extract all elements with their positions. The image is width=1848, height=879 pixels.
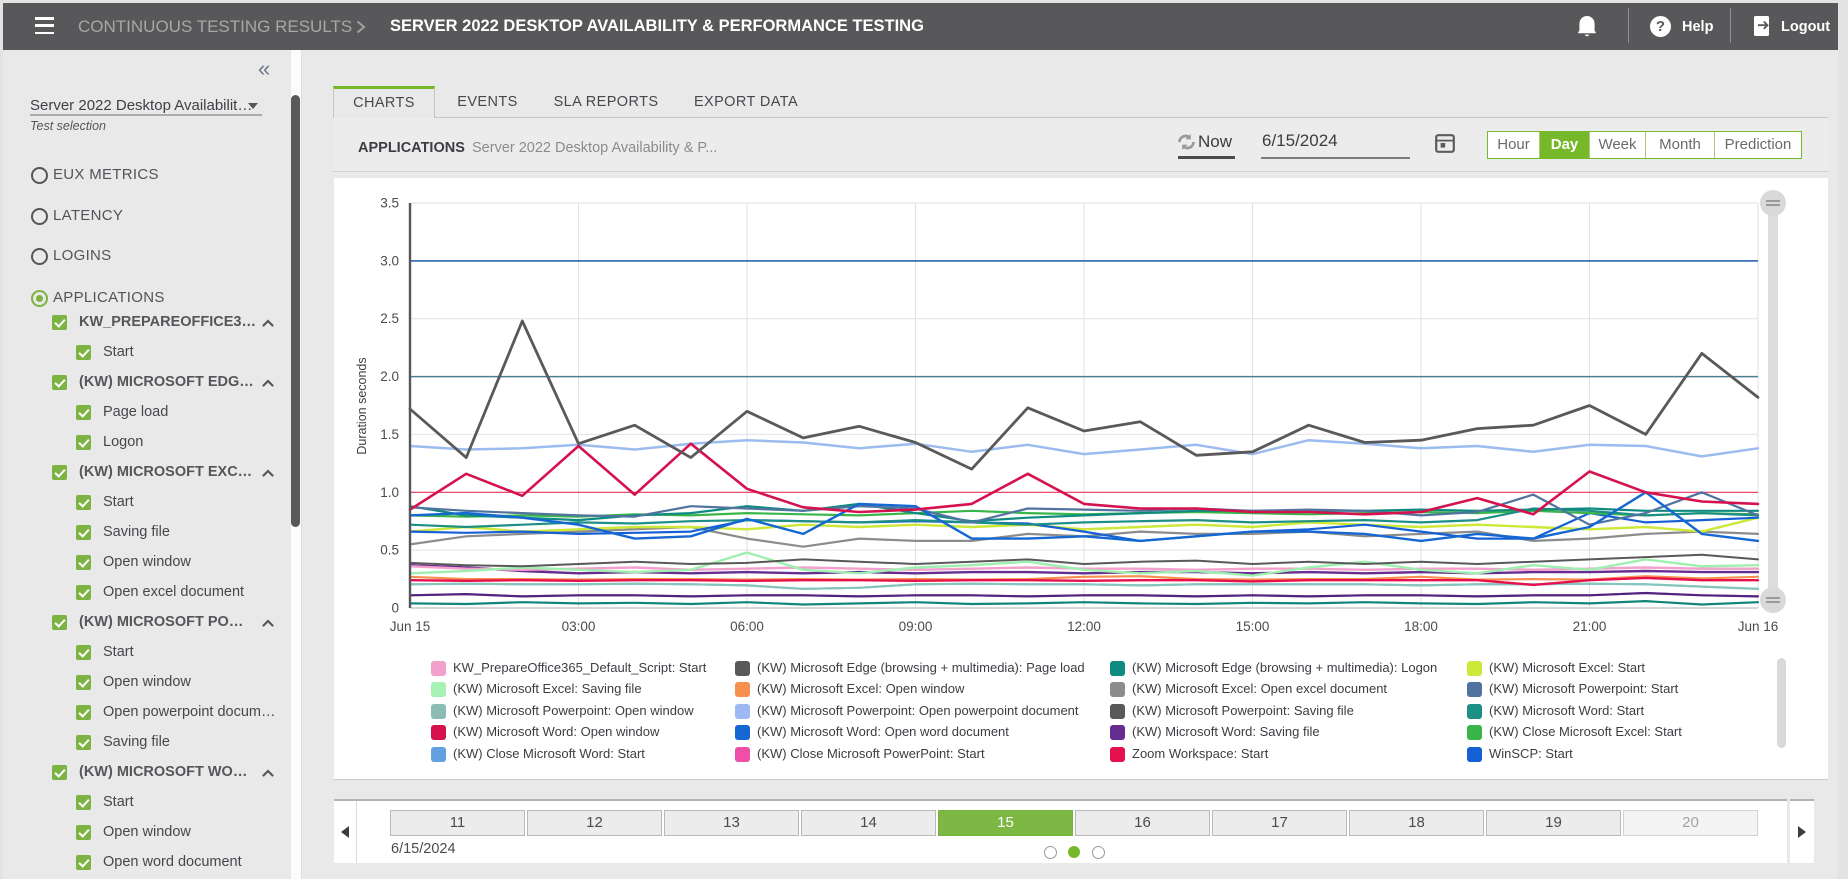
svg-text:18:00: 18:00	[1404, 619, 1438, 634]
svg-text:21:00: 21:00	[1573, 619, 1607, 634]
svg-text:1.0: 1.0	[380, 485, 399, 500]
svg-text:12:00: 12:00	[1067, 619, 1101, 634]
svg-text:3.5: 3.5	[380, 196, 399, 211]
svg-text:1.5: 1.5	[380, 427, 399, 442]
svg-text:0: 0	[391, 601, 399, 616]
svg-text:03:00: 03:00	[562, 619, 596, 634]
svg-text:0.5: 0.5	[380, 543, 399, 558]
svg-text:3.0: 3.0	[380, 253, 399, 268]
svg-text:2.0: 2.0	[380, 369, 399, 384]
svg-text:Jun 16: Jun 16	[1738, 619, 1779, 634]
svg-text:2.5: 2.5	[380, 311, 399, 326]
svg-text:Jun 15: Jun 15	[390, 619, 431, 634]
svg-text:Duration seconds: Duration seconds	[355, 357, 369, 454]
svg-text:09:00: 09:00	[899, 619, 933, 634]
svg-text:06:00: 06:00	[730, 619, 764, 634]
svg-text:15:00: 15:00	[1236, 619, 1270, 634]
